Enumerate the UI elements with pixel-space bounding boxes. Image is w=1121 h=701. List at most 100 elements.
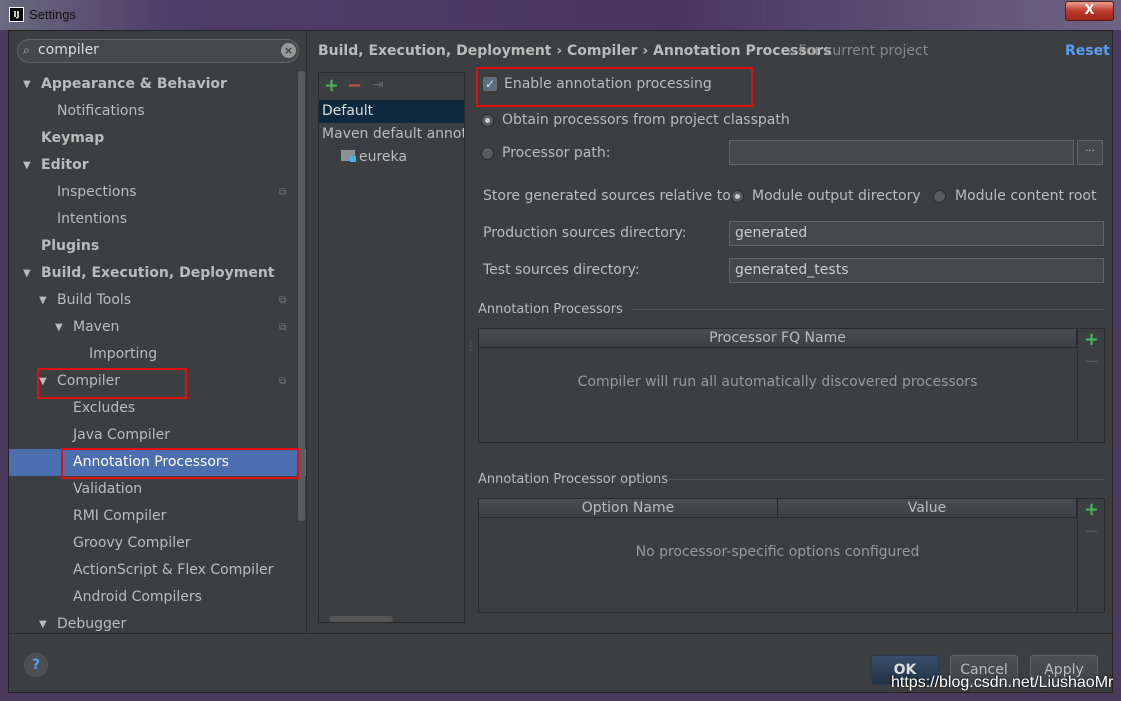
- clear-search-icon[interactable]: ×: [281, 43, 296, 58]
- processor-path-input[interactable]: [729, 140, 1074, 165]
- processors-empty-text: Compiler will run all automatically disc…: [577, 374, 978, 390]
- enable-annotation-label: Enable annotation processing: [504, 76, 712, 92]
- profiles-scrollbar[interactable]: [329, 616, 393, 622]
- processor-path-radio[interactable]: [481, 147, 494, 160]
- tree-item[interactable]: Inspections ⧉: [9, 179, 306, 206]
- module-output-radio[interactable]: [731, 190, 744, 203]
- tree-item[interactable]: Excludes: [9, 395, 306, 422]
- tree-item[interactable]: ▼ Editor: [9, 152, 306, 179]
- tree-item-label: Java Compiler: [73, 427, 171, 443]
- module-eureka[interactable]: eureka: [319, 146, 464, 169]
- browse-button[interactable]: ...: [1077, 140, 1103, 165]
- expand-arrow-icon[interactable]: ▼: [23, 71, 31, 98]
- tree-item-label: Notifications: [57, 103, 145, 119]
- scope-label: For current project: [798, 43, 929, 59]
- divider: [9, 633, 1114, 634]
- search-icon: ⌕: [23, 43, 30, 57]
- expand-arrow-icon[interactable]: ▼: [23, 260, 31, 287]
- tree-item[interactable]: Android Compilers: [9, 584, 306, 611]
- module-folder-icon: [341, 150, 356, 162]
- tree-item-label: Android Compilers: [73, 589, 202, 605]
- profile-default[interactable]: Default: [319, 100, 464, 123]
- column-option-name[interactable]: Option Name: [479, 499, 778, 518]
- highlight-annotation-processors: [61, 448, 299, 479]
- add-option-icon[interactable]: +: [1084, 499, 1099, 520]
- project-scope-icon: ⧉: [279, 376, 287, 387]
- remove-option-icon[interactable]: −: [1084, 521, 1099, 542]
- profile-maven-default[interactable]: Maven default annot: [319, 123, 464, 146]
- highlight-compiler: [37, 368, 187, 399]
- tree-item[interactable]: ▼ Maven ⧉: [9, 314, 306, 341]
- search-input[interactable]: ⌕ compiler ×: [17, 39, 299, 63]
- tree-item-label: Appearance & Behavior: [41, 76, 227, 92]
- sidebar-scrollbar[interactable]: [298, 71, 305, 521]
- options-toolbar: + −: [1077, 499, 1104, 612]
- search-value: compiler: [38, 42, 99, 58]
- close-button[interactable]: X: [1065, 1, 1114, 21]
- production-dir-input[interactable]: generated: [729, 221, 1104, 246]
- tree-item-label: Validation: [73, 481, 143, 497]
- options-table[interactable]: Option Name Value No processor-specific …: [478, 498, 1105, 613]
- module-output-label: Module output directory: [752, 188, 921, 204]
- tree-item[interactable]: Notifications: [9, 98, 306, 125]
- options-empty-text: No processor-specific options configured: [635, 544, 920, 560]
- expand-arrow-icon[interactable]: ▼: [23, 152, 31, 179]
- tree-item-label: Plugins: [41, 238, 100, 254]
- processors-table[interactable]: Processor FQ Name Compiler will run all …: [478, 328, 1105, 443]
- tree-item[interactable]: RMI Compiler: [9, 503, 306, 530]
- tree-item-label: Intentions: [57, 211, 128, 227]
- module-content-radio[interactable]: [933, 190, 946, 203]
- production-dir-label: Production sources directory:: [483, 225, 687, 241]
- tree-item-label: Inspections: [57, 184, 137, 200]
- tree-item-label: Excludes: [73, 400, 136, 416]
- add-icon[interactable]: +: [324, 75, 339, 96]
- tree-item[interactable]: Keymap: [9, 125, 306, 152]
- help-button[interactable]: ?: [24, 653, 48, 677]
- tree-item[interactable]: ▼ Appearance & Behavior: [9, 71, 306, 98]
- module-label: eureka: [359, 149, 407, 165]
- tree-item[interactable]: Plugins: [9, 233, 306, 260]
- expand-arrow-icon[interactable]: ▼: [55, 314, 63, 341]
- options-group-title: Annotation Processor options: [478, 472, 669, 487]
- tree-item-label: Editor: [41, 157, 89, 173]
- store-label: Store generated sources relative to:: [483, 188, 736, 204]
- tree-item-label: Importing: [89, 346, 158, 362]
- obtain-classpath-radio[interactable]: [481, 114, 494, 127]
- column-value[interactable]: Value: [778, 499, 1077, 518]
- project-scope-icon: ⧉: [279, 322, 287, 333]
- profiles-panel: + − ⇥ Default Maven default annot eureka: [318, 72, 465, 623]
- splitter-handle[interactable]: ⋮: [466, 341, 476, 352]
- tree-item[interactable]: ActionScript & Flex Compiler: [9, 557, 306, 584]
- expand-arrow-icon[interactable]: ▼: [39, 287, 47, 314]
- move-to-icon[interactable]: ⇥: [372, 77, 384, 93]
- tree-item[interactable]: Java Compiler: [9, 422, 306, 449]
- tree-item-label: Build, Execution, Deployment: [41, 265, 275, 281]
- reset-link[interactable]: Reset: [1065, 43, 1110, 59]
- tree-item[interactable]: Groovy Compiler: [9, 530, 306, 557]
- project-scope-icon: ⧉: [279, 187, 287, 198]
- tree-item-label: Groovy Compiler: [73, 535, 191, 551]
- test-dir-input[interactable]: generated_tests: [729, 258, 1104, 283]
- project-icon: ⧉: [788, 47, 799, 58]
- sidebar: ⌕ compiler × ▼ Appearance & Behavior Notif…: [9, 31, 307, 633]
- add-processor-icon[interactable]: +: [1084, 329, 1099, 350]
- project-scope-icon: ⧉: [279, 295, 287, 306]
- test-dir-label: Test sources directory:: [483, 262, 640, 278]
- tree-item[interactable]: ▼ Build Tools ⧉: [9, 287, 306, 314]
- remove-processor-icon[interactable]: −: [1084, 351, 1099, 372]
- enable-annotation-checkbox[interactable]: ✓: [483, 77, 497, 91]
- title-bar: IJ Settings X: [0, 0, 1121, 30]
- tree-item-label: Build Tools: [57, 292, 132, 308]
- tree-item[interactable]: Validation: [9, 476, 306, 503]
- watermark: https://blog.csdn.net/LiushaoMr: [891, 674, 1114, 691]
- remove-icon[interactable]: −: [347, 75, 362, 96]
- tree-item-label: Maven: [73, 319, 120, 335]
- tree-item[interactable]: Intentions: [9, 206, 306, 233]
- divider: [632, 309, 1104, 310]
- tree-item[interactable]: ▼ Build, Execution, Deployment: [9, 260, 306, 287]
- processors-group-title: Annotation Processors: [478, 302, 623, 317]
- tree-item[interactable]: Importing: [9, 341, 306, 368]
- column-processor-fq-name[interactable]: Processor FQ Name: [479, 329, 1077, 348]
- app-icon: IJ: [9, 7, 24, 22]
- module-content-label: Module content root: [955, 188, 1097, 204]
